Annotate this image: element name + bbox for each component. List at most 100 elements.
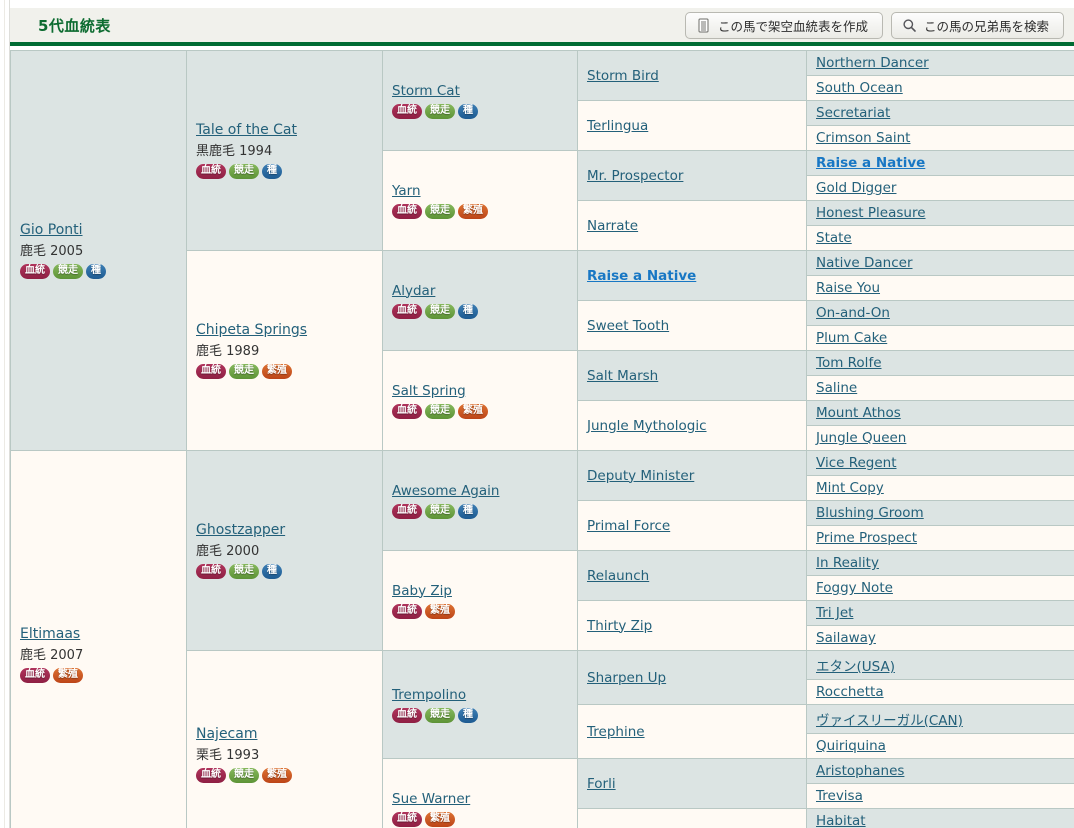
badge-ketto[interactable]: 血統 xyxy=(392,203,422,219)
horse-link[interactable]: Raise You xyxy=(816,280,880,296)
horse-link[interactable]: Aristophanes xyxy=(816,763,904,779)
horse-link[interactable]: Foggy Note xyxy=(816,580,893,596)
badge-tane[interactable]: 種 xyxy=(86,264,106,279)
horse-link[interactable]: Tri Jet xyxy=(816,605,853,621)
horse-link[interactable]: Sharpen Up xyxy=(587,670,666,686)
horse-link[interactable]: Plum Cake xyxy=(816,330,887,346)
badge-kyoso[interactable]: 競走 xyxy=(425,503,455,519)
horse-link[interactable]: ヴァイスリーガル(CAN) xyxy=(816,713,963,729)
horse-link[interactable]: Thirty Zip xyxy=(587,618,652,634)
badge-ketto[interactable]: 血統 xyxy=(196,164,226,179)
badge-tane[interactable]: 種 xyxy=(262,164,282,179)
badge-ketto[interactable]: 血統 xyxy=(392,103,422,119)
search-siblings-button[interactable]: この馬の兄弟馬を検索 xyxy=(890,11,1064,39)
badge-ketto[interactable]: 血統 xyxy=(20,264,50,279)
badge-kyoso[interactable]: 競走 xyxy=(425,303,455,319)
horse-link[interactable]: Quiriquina xyxy=(816,738,886,754)
badge-ketto[interactable]: 血統 xyxy=(196,564,226,579)
horse-link[interactable]: Secretariat xyxy=(816,105,890,121)
horse-link[interactable]: Gio Ponti xyxy=(20,222,83,238)
horse-link[interactable]: Sweet Tooth xyxy=(587,318,669,334)
badge-kyoso[interactable]: 競走 xyxy=(229,768,259,783)
horse-link[interactable]: Ghostzapper xyxy=(196,522,285,538)
badge-ketto[interactable]: 血統 xyxy=(196,768,226,783)
horse-link[interactable]: Rocchetta xyxy=(816,684,884,700)
horse-link[interactable]: Baby Zip xyxy=(392,583,452,599)
horse-link[interactable]: Trempolino xyxy=(392,687,466,703)
horse-link[interactable]: Native Dancer xyxy=(816,255,913,271)
badge-tane[interactable]: 種 xyxy=(458,707,478,723)
badge-tane[interactable]: 種 xyxy=(262,564,282,579)
badge-kyoso[interactable]: 競走 xyxy=(229,364,259,379)
horse-link[interactable]: Eltimaas xyxy=(20,626,80,642)
horse-link[interactable]: Awesome Again xyxy=(392,483,499,499)
horse-link[interactable]: Salt Spring xyxy=(392,383,466,399)
horse-link[interactable]: Forli xyxy=(587,776,616,792)
badge-tane[interactable]: 種 xyxy=(458,303,478,319)
badge-ketto[interactable]: 血統 xyxy=(392,603,422,619)
badge-kyoso[interactable]: 競走 xyxy=(425,707,455,723)
horse-link[interactable]: Mint Copy xyxy=(816,480,884,496)
badge-ketto[interactable]: 血統 xyxy=(392,403,422,419)
horse-link[interactable]: Tom Rolfe xyxy=(816,355,882,371)
horse-link[interactable]: State xyxy=(816,230,852,246)
horse-link[interactable]: Salt Marsh xyxy=(587,368,658,384)
badge-kyoso[interactable]: 競走 xyxy=(229,164,259,179)
horse-link[interactable]: Gold Digger xyxy=(816,180,896,196)
horse-link[interactable]: Chipeta Springs xyxy=(196,322,307,338)
horse-link[interactable]: Crimson Saint xyxy=(816,130,910,146)
badge-ketto[interactable]: 血統 xyxy=(392,707,422,723)
badge-ketto[interactable]: 血統 xyxy=(392,811,422,827)
badge-kyoso[interactable]: 競走 xyxy=(425,203,455,219)
horse-link[interactable]: Sue Warner xyxy=(392,791,470,807)
horse-link[interactable]: Alydar xyxy=(392,283,435,299)
horse-link[interactable]: Deputy Minister xyxy=(587,468,694,484)
horse-link[interactable]: Storm Cat xyxy=(392,83,460,99)
horse-link[interactable]: Terlingua xyxy=(587,118,648,134)
horse-link[interactable]: Mr. Prospector xyxy=(587,168,683,184)
horse-link[interactable]: South Ocean xyxy=(816,80,903,96)
horse-link[interactable]: On-and-On xyxy=(816,305,890,321)
horse-link[interactable]: In Reality xyxy=(816,555,879,571)
badge-kyoso[interactable]: 競走 xyxy=(229,564,259,579)
horse-link[interactable]: Sailaway xyxy=(816,630,876,646)
horse-link[interactable]: Trevisa xyxy=(816,788,863,804)
badge-ketto[interactable]: 血統 xyxy=(392,303,422,319)
badge-kyoso[interactable]: 競走 xyxy=(425,103,455,119)
horse-link[interactable]: Raise a Native xyxy=(816,155,925,171)
horse-link[interactable]: Prime Prospect xyxy=(816,530,917,546)
badge-kyoso[interactable]: 競走 xyxy=(425,403,455,419)
badge-hanshoku[interactable]: 繁殖 xyxy=(262,364,292,379)
badge-hanshoku[interactable]: 繁殖 xyxy=(425,603,455,619)
horse-link[interactable]: Jungle Mythologic xyxy=(587,418,707,434)
horse-link[interactable]: Honest Pleasure xyxy=(816,205,926,221)
horse-link[interactable]: Saline xyxy=(816,380,857,396)
badge-hanshoku[interactable]: 繁殖 xyxy=(458,203,488,219)
horse-link[interactable]: Vice Regent xyxy=(816,455,897,471)
horse-link[interactable]: Relaunch xyxy=(587,568,649,584)
horse-link[interactable]: Narrate xyxy=(587,218,638,234)
badge-hanshoku[interactable]: 繁殖 xyxy=(262,768,292,783)
horse-link[interactable]: Primal Force xyxy=(587,518,670,534)
horse-link[interactable]: Raise a Native xyxy=(587,268,696,284)
badge-hanshoku[interactable]: 繁殖 xyxy=(53,668,83,683)
create-fictional-pedigree-button[interactable]: この馬で架空血統表を作成 xyxy=(684,11,883,39)
horse-link[interactable]: エタン(USA) xyxy=(816,659,895,675)
badge-ketto[interactable]: 血統 xyxy=(196,364,226,379)
horse-link[interactable]: Blushing Groom xyxy=(816,505,924,521)
badge-hanshoku[interactable]: 繁殖 xyxy=(425,811,455,827)
badge-tane[interactable]: 種 xyxy=(458,103,478,119)
horse-link[interactable]: Jungle Queen xyxy=(816,430,906,446)
badge-hanshoku[interactable]: 繁殖 xyxy=(458,403,488,419)
horse-link[interactable]: Trephine xyxy=(587,724,645,740)
horse-link[interactable]: Tale of the Cat xyxy=(196,122,297,138)
horse-link[interactable]: Habitat xyxy=(816,813,866,828)
horse-link[interactable]: Najecam xyxy=(196,726,257,742)
badge-tane[interactable]: 種 xyxy=(458,503,478,519)
badge-ketto[interactable]: 血統 xyxy=(20,668,50,683)
horse-link[interactable]: Storm Bird xyxy=(587,68,659,84)
horse-link[interactable]: Yarn xyxy=(392,183,421,199)
badge-kyoso[interactable]: 競走 xyxy=(53,264,83,279)
horse-link[interactable]: Northern Dancer xyxy=(816,55,929,71)
horse-link[interactable]: Mount Athos xyxy=(816,405,901,421)
